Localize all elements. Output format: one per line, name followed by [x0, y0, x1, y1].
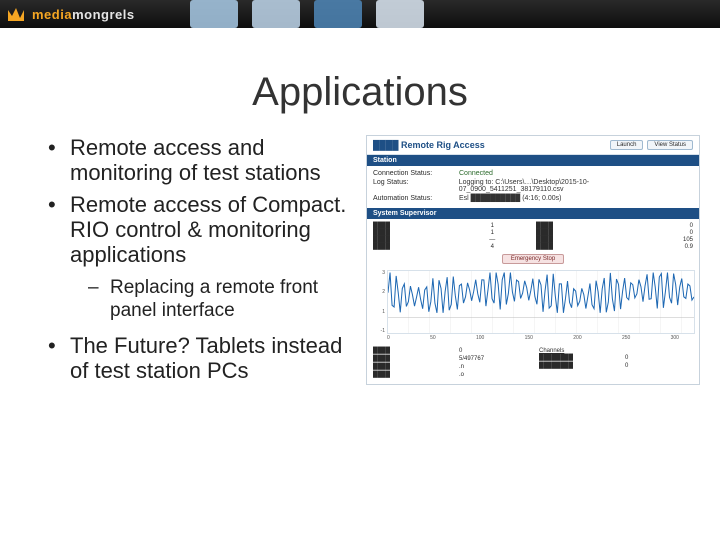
brand-word-2: mongrels [72, 7, 135, 22]
screenshot-header: ████ Remote Rig Access Launch View Statu… [367, 136, 699, 155]
automation-status: Esl ██████████ (4:16; 0.00s) [459, 195, 562, 202]
bullet-2-sub-1: Replacing a remote front panel interface [70, 277, 350, 323]
bullet-3: The Future? Tablets instead of test stat… [44, 333, 350, 384]
bullet-2: Remote access of Compact. RIO control & … [44, 192, 350, 323]
embedded-screenshot: ████ Remote Rig Access Launch View Statu… [366, 135, 700, 385]
station-panel: Station Connection Status:Connected Log … [367, 155, 699, 208]
bottom-panel: ████0 ████5/497767 ████.n ████.o Channel… [367, 344, 699, 384]
accent-blocks [190, 0, 424, 28]
brand-logo: mediamongrels [6, 5, 135, 23]
connection-status: Connected [459, 170, 493, 177]
supervisor-panel: System Supervisor ████1████0 ████1████0 … [367, 208, 699, 268]
brand-word-1: media [32, 7, 72, 22]
chart-x-axis: 050100150200250300 [371, 334, 695, 344]
emergency-stop-button[interactable]: Emergency Stop [502, 254, 564, 264]
slide: mediamongrels Applications Remote access… [0, 0, 720, 540]
screenshot-title: ████ Remote Rig Access [373, 140, 485, 150]
logo-icon [6, 5, 28, 23]
launch-button[interactable]: Launch [610, 140, 644, 150]
page-title: Applications [0, 70, 720, 115]
text-column: Remote access and monitoring of test sta… [0, 135, 360, 390]
log-status: Logging to: C:\Users\…\Desktop\2015-10-0… [459, 179, 693, 193]
slide-body: Remote access and monitoring of test sta… [0, 135, 720, 390]
chart-plot [387, 270, 695, 334]
chart-panel: 3 2 1 -1 050100150200250300 [367, 268, 699, 344]
chart-y-axis: 3 2 1 -1 [371, 270, 387, 334]
view-status-button[interactable]: View Status [647, 140, 693, 150]
station-header: Station [367, 155, 699, 166]
supervisor-header: System Supervisor [367, 208, 699, 219]
bullet-1: Remote access and monitoring of test sta… [44, 135, 350, 186]
screenshot-column: ████ Remote Rig Access Launch View Statu… [360, 135, 720, 390]
